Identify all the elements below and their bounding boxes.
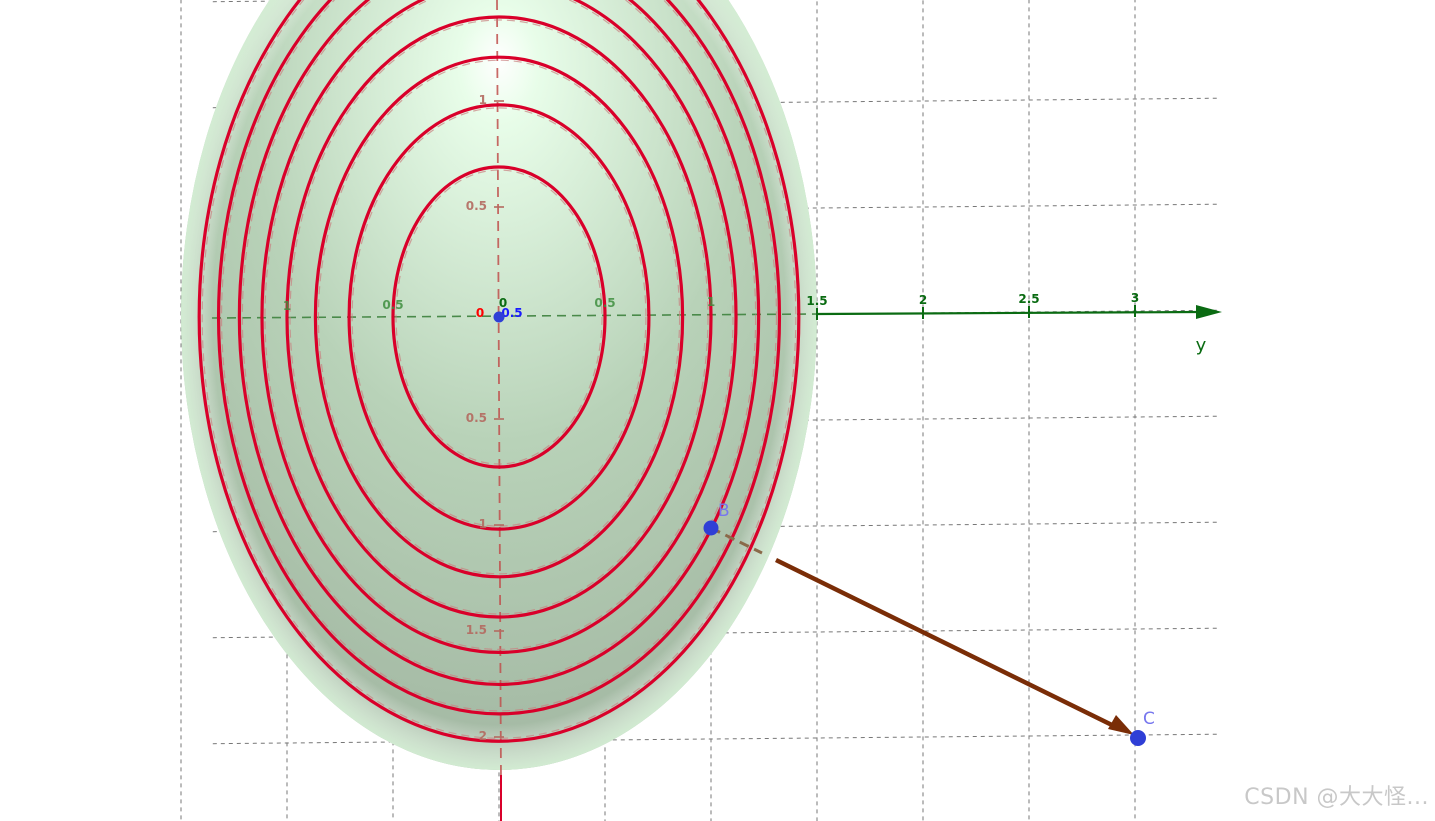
y-axis-name: y [1196, 335, 1207, 356]
watermark: CSDN @大大怪... [1244, 785, 1429, 810]
y-axis-arrowhead [1196, 305, 1222, 319]
y-tick-label-1: 0.5 [382, 298, 403, 312]
y-axis-line [817, 310, 1199, 316]
y-tick-label-5: 1.5 [806, 294, 827, 308]
geogebra-3d-view[interactable]: 1 0.5 0.5 1 1.5 2 2.5 3y10.50.511.52000.5 BC [0, 0, 1435, 821]
point-b-label: B [718, 501, 730, 521]
surface-rim [181, 0, 817, 770]
grid-line-x-7 [212, 733, 1220, 745]
point-c-label: C [1143, 709, 1155, 729]
vector-bc-shaft[interactable] [775, 557, 1117, 730]
x-tick-label-3: 0.5 [466, 411, 487, 425]
origin-label-x: 0 [476, 306, 484, 320]
vector-bc-arrowhead[interactable] [1108, 715, 1134, 735]
point-origin[interactable] [493, 311, 505, 323]
point-c[interactable] [1130, 730, 1146, 746]
y-tick-label-4: 1 [707, 295, 715, 309]
x-tick-label-4: 1 [479, 517, 487, 531]
y-tick-label-7: 2.5 [1018, 292, 1039, 306]
y-tick-label-3: 0.5 [594, 296, 615, 310]
x-tick-label-1: 0.5 [466, 199, 487, 213]
x-tick-label-0: 1 [479, 93, 487, 107]
x-tick-label-5: 1.5 [466, 623, 487, 637]
origin-label-z: 0.5 [501, 306, 522, 320]
x-tick-label-6: 2 [479, 729, 487, 743]
paraboloid-surface [181, 0, 817, 770]
y-tick-label-8: 3 [1131, 291, 1139, 305]
y-tick-label-0: 1 [283, 299, 291, 313]
y-tick-label-6: 2 [919, 293, 927, 307]
vector-bc[interactable] [710, 526, 1134, 735]
point-b[interactable] [703, 520, 719, 536]
